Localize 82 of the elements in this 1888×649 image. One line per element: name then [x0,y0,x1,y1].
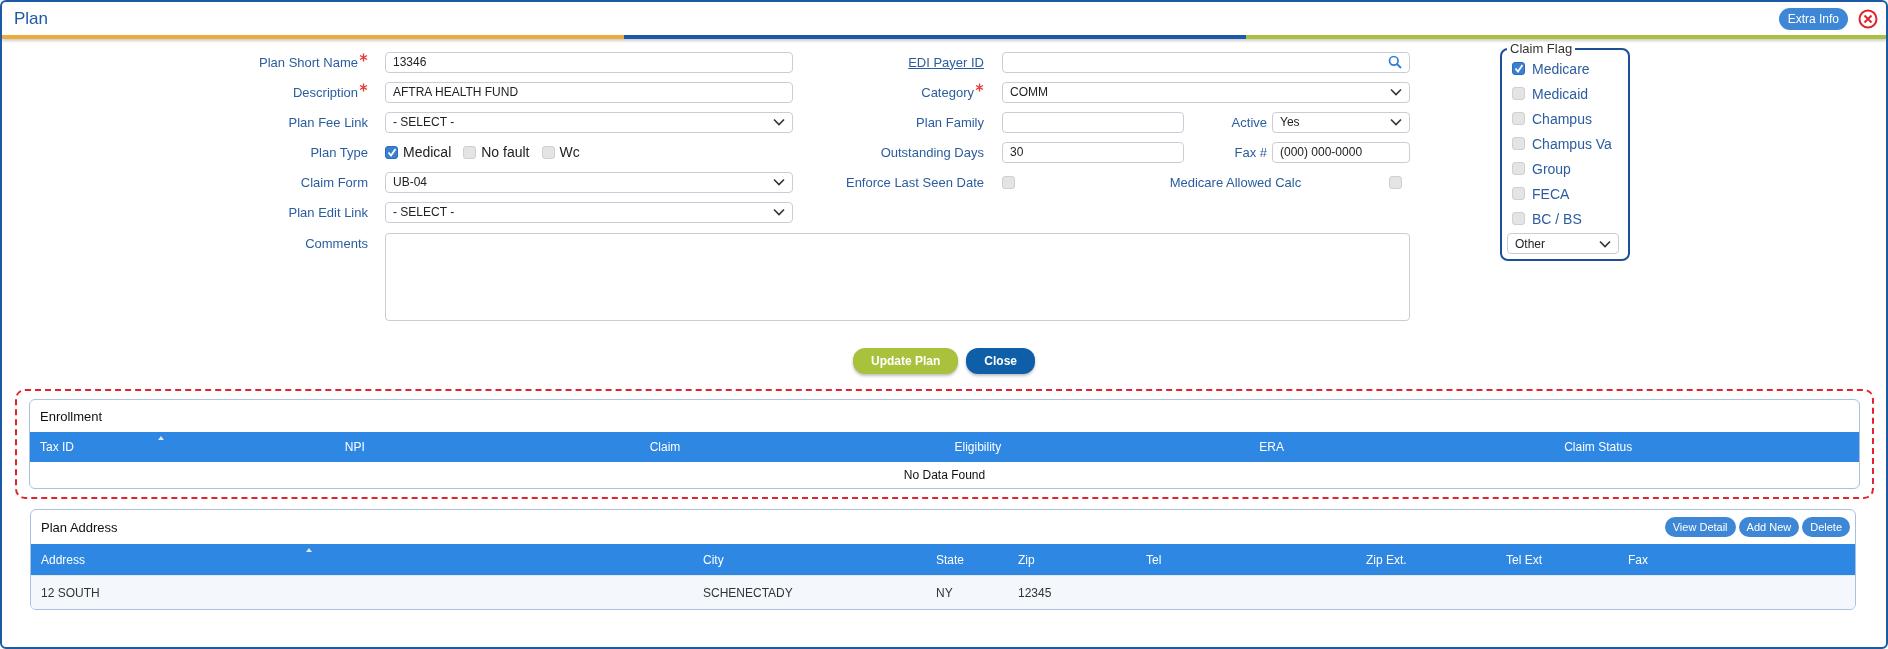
select-field[interactable]: - SELECT - [385,111,793,133]
field-label: Active [1231,114,1267,130]
close-icon[interactable] [1858,8,1878,29]
text-field[interactable]: AFTRA HEALTH FUND [385,81,793,103]
select-field[interactable]: - SELECT - [385,201,793,223]
column-header[interactable]: Tel [1136,552,1356,567]
column-header[interactable]: Eligibility [944,440,1250,454]
column-header[interactable]: City [693,552,926,567]
close-button[interactable]: Close [966,348,1035,374]
select-field[interactable]: COMM [1002,81,1410,103]
checkbox-label: FECA [1532,185,1570,202]
search-icon [1388,55,1402,69]
comments-field[interactable] [385,233,1410,321]
checkbox-label: Champus Va [1532,135,1612,152]
field-label: Plan Fee Link [288,114,368,130]
column-header[interactable]: ERA [1249,440,1555,454]
sort-icon[interactable] [306,548,312,552]
select-field[interactable]: UB-04 [385,171,793,193]
panel-button[interactable]: Delete [1802,517,1850,537]
column-header[interactable]: Address [31,552,693,567]
chevron-down-icon [1390,88,1402,96]
checkbox-label: BC / BS [1532,210,1582,227]
checkbox-label: Medicare [1532,60,1590,77]
panel-button[interactable]: Add New [1738,517,1800,537]
claim-flag-title: Claim Flag [1509,41,1574,56]
table-cell: NY [936,585,953,600]
chevron-down-icon [1599,239,1611,248]
column-header[interactable]: Tax ID [30,440,335,454]
column-header[interactable]: Tel Ext [1496,552,1618,567]
select-field[interactable]: Other [1507,233,1619,254]
column-header[interactable]: Claim [639,440,945,454]
column-header[interactable]: Zip Ext. [1356,552,1496,567]
checkbox-label: Group [1532,160,1571,177]
column-header[interactable]: NPI [334,440,640,454]
checkbox[interactable] [385,145,398,159]
panel-title: Enrollment [40,408,103,424]
field-label: Fax # [1234,144,1267,160]
table-cell: SCHENECTADY [703,585,793,600]
extra-info-button[interactable]: Extra Info [1778,7,1848,30]
checkbox-label: Medicaid [1532,85,1589,102]
field-label: Plan Short Name [259,54,358,70]
field-label: Description [292,84,358,100]
field-label: Comments [305,236,368,251]
select-field[interactable]: Yes [1272,111,1410,133]
field-label: Category [921,84,974,100]
required-asterisk-icon [359,82,368,92]
field-label: Medicare Allowed Calc [1169,174,1302,190]
text-field[interactable]: 13346 [385,51,793,73]
edi-payer-id-link[interactable]: EDI Payer ID [908,54,984,70]
field-label: Enforce Last Seen Date [845,174,984,190]
chevron-down-icon [773,118,785,126]
field-label: Claim Form [300,174,368,190]
checkbox[interactable] [1512,62,1525,75]
panel-button[interactable]: View Detail [1664,517,1736,537]
chevron-down-icon [1390,118,1402,126]
update-button[interactable]: Update Plan [852,348,959,374]
table-cell: 12 SOUTH [41,585,100,600]
column-header[interactable]: Claim Status [1554,440,1859,454]
field-label: Outstanding Days [880,144,984,160]
column-header[interactable]: Fax [1618,552,1842,567]
column-header[interactable]: State [926,552,1008,567]
required-asterisk-icon [975,82,984,92]
panel-title: Plan Address [41,519,118,535]
checkbox-label: Medical [403,144,452,160]
column-header[interactable]: Zip [1008,552,1136,567]
chevron-down-icon [773,178,785,186]
required-asterisk-icon [359,52,368,62]
checkbox-label: Wc [559,144,580,160]
field-label: Plan Edit Link [288,204,368,220]
text-field[interactable]: (000) 000-0000 [1272,141,1410,163]
sort-icon[interactable] [158,436,164,440]
text-field[interactable]: 30 [1002,141,1184,163]
table-cell: 12345 [1018,585,1052,600]
window-title: Plan [14,8,50,29]
field-label: Plan Family [916,114,984,130]
checkbox-label: Champus [1532,110,1592,127]
search-field[interactable] [1002,51,1410,73]
field-label: Plan Type [310,144,368,160]
chevron-down-icon [773,208,785,216]
checkbox-label: No fault [481,144,530,160]
empty-message: No Data Found [903,468,986,482]
text-field[interactable] [1002,111,1184,133]
